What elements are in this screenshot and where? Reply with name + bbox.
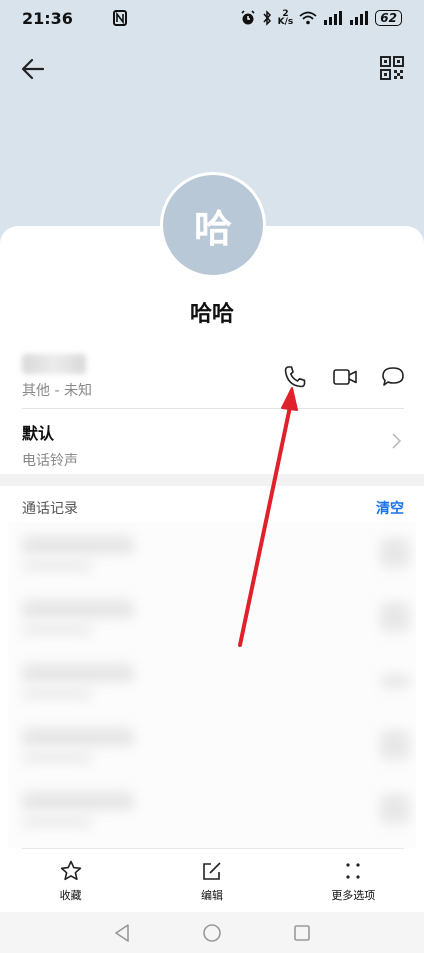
edit-icon <box>203 862 221 880</box>
battery-indicator: 62 <box>375 10 402 26</box>
signal-icon-1 <box>324 11 343 25</box>
bottom-action-bar: 收藏 编辑 更多选项 <box>0 850 424 912</box>
more-options-label: 更多选项 <box>331 889 376 902</box>
section-separator <box>0 474 424 486</box>
row-divider <box>22 408 404 409</box>
back-arrow-icon[interactable] <box>16 52 50 86</box>
more-options-button[interactable]: 更多选项 <box>298 859 408 903</box>
video-call-icon[interactable] <box>332 364 358 390</box>
favorite-label: 收藏 <box>59 889 82 902</box>
edit-button[interactable]: 编辑 <box>157 859 267 903</box>
ringtone-subtitle: 电话铃声 <box>22 453 78 469</box>
qr-code-icon[interactable] <box>378 54 406 82</box>
call-log-title: 通话记录 <box>22 501 78 517</box>
wifi-icon <box>299 11 317 25</box>
alarm-icon <box>241 10 255 25</box>
ringtone-row[interactable]: 默认 电话铃声 <box>22 420 404 469</box>
phone-type-label: 其他 - 未知 <box>22 383 92 399</box>
bluetooth-icon <box>263 10 271 26</box>
clear-calls-button[interactable]: 清空 <box>376 498 404 518</box>
star-icon <box>60 860 81 881</box>
bottom-divider <box>22 848 404 849</box>
phone-number-row[interactable]: 其他 - 未知 <box>22 352 404 408</box>
ringtone-title: 默认 <box>22 424 55 443</box>
call-log-header: 通话记录 清空 <box>22 498 404 518</box>
top-app-bar <box>0 48 424 88</box>
avatar-initial: 哈 <box>193 206 232 251</box>
status-bar: 21:36 2 K/s 62 <box>0 0 424 36</box>
edit-label: 编辑 <box>200 889 223 902</box>
more-dots-icon <box>346 863 360 879</box>
network-speed: 2 K/s <box>277 9 294 27</box>
status-time: 21:36 <box>22 8 73 28</box>
chevron-right-icon <box>392 433 402 449</box>
nav-recents-icon[interactable] <box>291 922 313 944</box>
nav-back-icon[interactable] <box>111 922 133 944</box>
signal-icon-2 <box>350 11 369 25</box>
phone-call-icon[interactable] <box>282 364 308 390</box>
nav-home-icon[interactable] <box>201 922 223 944</box>
avatar[interactable]: 哈 <box>160 172 266 278</box>
contact-name: 哈哈 <box>189 302 234 327</box>
system-nav-bar <box>0 912 424 953</box>
blurred-phone-number <box>22 354 86 374</box>
favorite-button[interactable]: 收藏 <box>16 859 126 903</box>
message-icon[interactable] <box>380 364 406 390</box>
nfc-icon <box>112 10 127 26</box>
blur-overlay <box>8 522 416 848</box>
